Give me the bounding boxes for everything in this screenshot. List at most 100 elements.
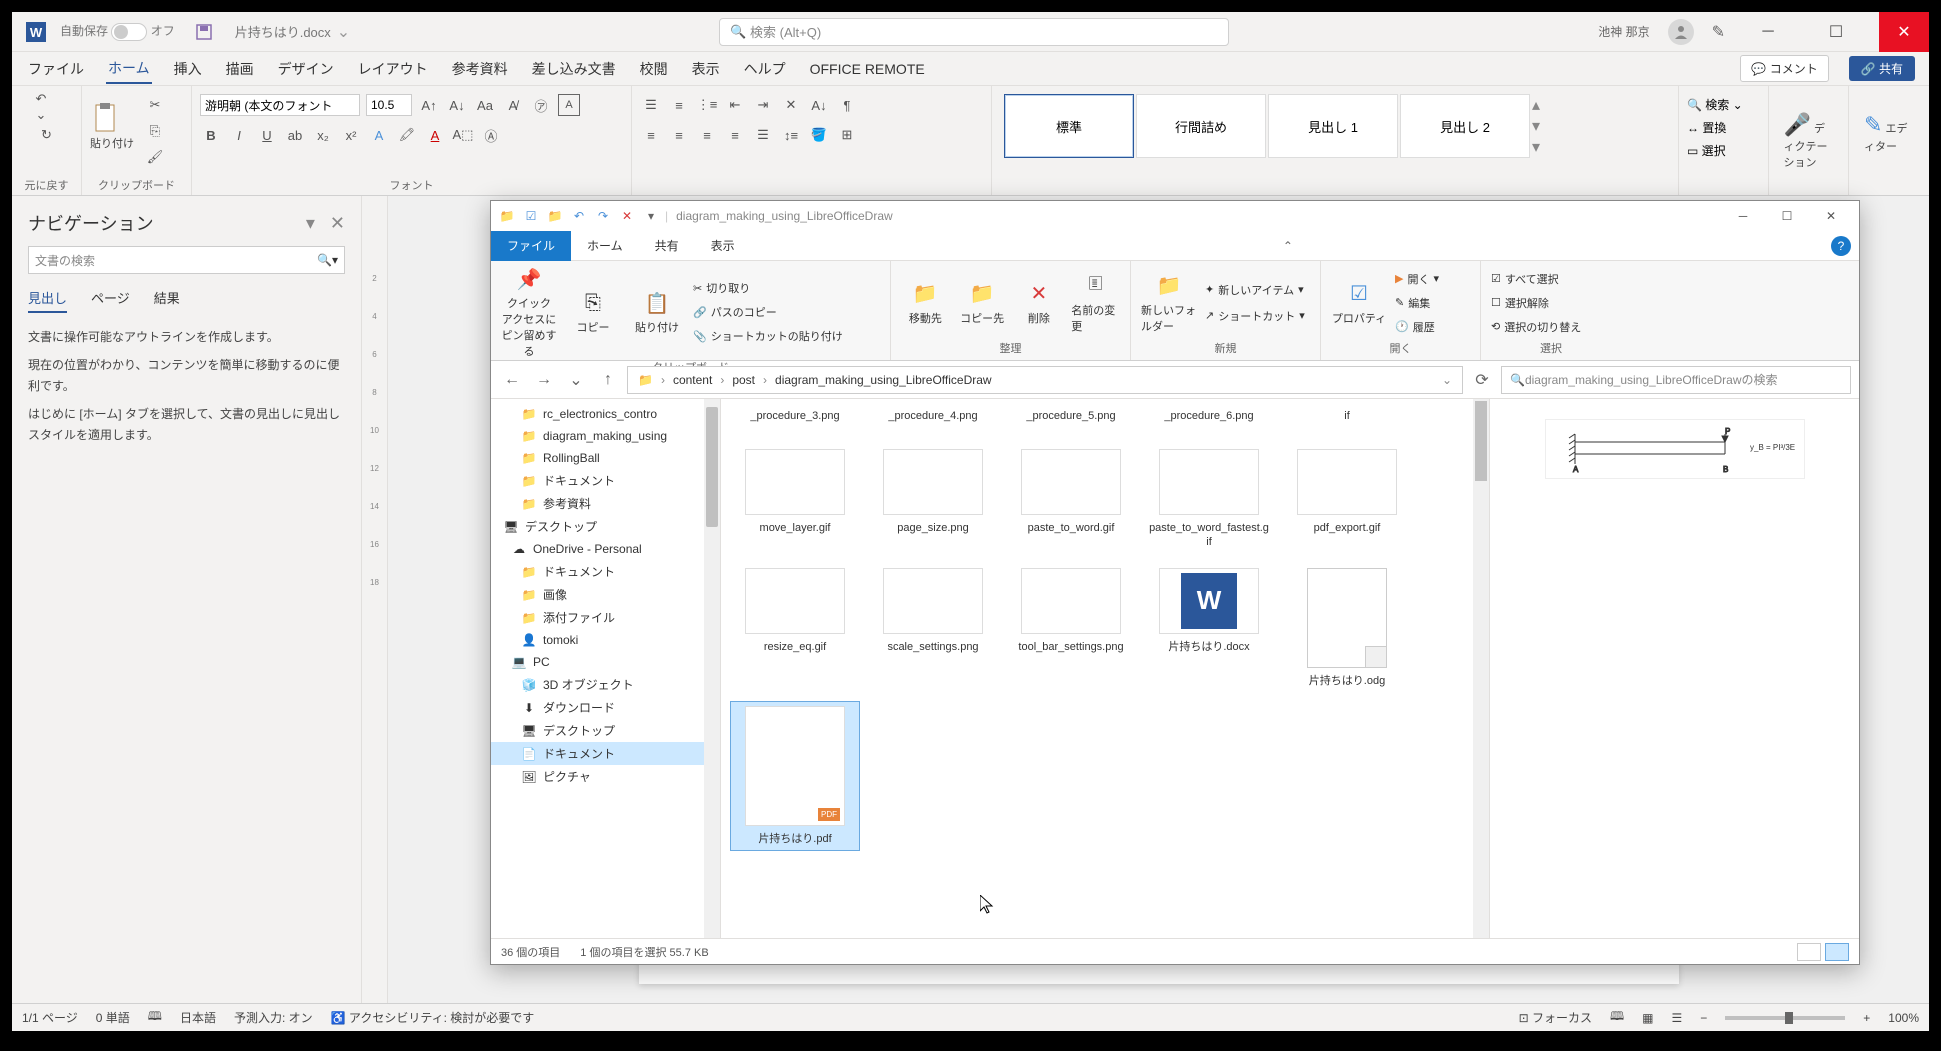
tab-design[interactable]: デザイン [276,55,336,83]
tab-view[interactable]: 表示 [690,55,722,83]
highlight-button[interactable]: 🖍 [396,124,418,146]
explorer-tab-view[interactable]: 表示 [695,231,751,260]
nav-tab-headings[interactable]: 見出し [28,288,67,313]
style-normal[interactable]: 標準 [1004,94,1134,158]
justify-button[interactable]: ≡ [724,124,746,146]
format-painter-button[interactable]: 🖌 [144,146,166,168]
superscript-button[interactable]: x² [340,124,362,146]
view-details-button[interactable] [1797,943,1821,961]
font-size-select[interactable] [366,94,412,116]
char-border-button[interactable]: Ⓐ [480,124,502,146]
align-left-button[interactable]: ≡ [640,124,662,146]
line-spacing-button[interactable]: ↕≡ [780,124,802,146]
copy-to-button[interactable]: 📁コピー先 [958,280,1007,326]
forward-button[interactable]: → [531,367,557,393]
file-item[interactable]: page_size.png [869,445,997,554]
undo-button[interactable]: ↶ ⌄ [36,96,58,118]
explorer-tab-home[interactable]: ホーム [571,231,639,260]
doc-dropdown[interactable]: ⌄ [337,22,350,42]
new-folder-button[interactable]: 📁新しいフォルダー [1141,272,1197,334]
increase-indent-button[interactable]: ⇥ [752,94,774,116]
minimize-button[interactable]: ─ [1743,12,1793,52]
nav-tab-pages[interactable]: ページ [91,288,130,313]
cut-button[interactable]: ✂ [144,94,166,116]
italic-button[interactable]: I [228,124,250,146]
dictation-button[interactable]: 🎤 ディクテーション [1784,112,1834,172]
tab-mailings[interactable]: 差し込み文書 [530,55,618,83]
status-lang[interactable]: 日本語 [180,1009,216,1026]
status-proof-icon[interactable]: 🕮 [148,1007,162,1028]
tree-item[interactable]: 📁ドキュメント [491,469,720,492]
file-item[interactable]: move_layer.gif [731,445,859,554]
view-read-button[interactable]: 🕮 [1610,1007,1624,1028]
status-page[interactable]: 1/1 ページ [22,1009,78,1026]
qat-undo[interactable]: ↶ [569,206,589,226]
shrink-font-button[interactable]: A↓ [446,94,468,116]
maximize-button[interactable]: ☐ [1811,12,1861,52]
show-marks-button[interactable]: ¶ [836,94,858,116]
properties-button[interactable]: ☑プロパティ [1331,280,1387,326]
tree-item[interactable]: 📁RollingBall [491,447,720,469]
asian-layout-button[interactable]: ✕ [780,94,802,116]
explorer-help[interactable]: ? [1831,236,1851,256]
refresh-button[interactable]: ⟳ [1469,367,1495,393]
borders-button[interactable]: ⊞ [836,124,858,146]
up-button[interactable]: ↑ [595,367,621,393]
tree-item[interactable]: 📁ドキュメント [491,560,720,583]
tree-item[interactable]: 📁参考資料 [491,492,720,515]
tab-help[interactable]: ヘルプ [742,55,788,83]
crumb-1[interactable]: post [732,373,755,387]
qat-redo[interactable]: ↷ [593,206,613,226]
recent-button[interactable]: ⌄ [563,367,589,393]
open-button[interactable]: ▶ 開く ▾ [1395,268,1439,290]
new-item-button[interactable]: ✦ 新しいアイテム ▾ [1205,279,1305,301]
multilevel-button[interactable]: ⋮≡ [696,94,718,116]
bullets-button[interactable]: ☰ [640,94,662,116]
status-words[interactable]: 0 単語 [96,1009,130,1026]
tree-item[interactable]: 💻PC [491,651,720,673]
view-thumbnails-button[interactable] [1825,943,1849,961]
explorer-tab-file[interactable]: ファイル [491,231,571,261]
styles-down[interactable]: ▾ [1532,116,1550,136]
tab-review[interactable]: 校閲 [638,55,670,83]
crumb-2[interactable]: diagram_making_using_LibreOfficeDraw [775,373,992,387]
pen-icon[interactable]: ✎ [1712,22,1725,42]
style-no-spacing[interactable]: 行間詰め [1136,94,1266,158]
nav-search[interactable]: 文書の検索 🔍▾ [28,246,345,274]
tab-office-remote[interactable]: OFFICE REMOTE [808,57,927,81]
tree-scrollbar[interactable] [704,399,720,938]
status-a11y[interactable]: ♿ アクセシビリティ: 検討が必要です [331,1009,535,1026]
underline-button[interactable]: U [256,124,278,146]
paste-button[interactable]: 📋貼り付け [629,289,685,335]
tree-item[interactable]: 👤tomoki [491,629,720,651]
tree-item[interactable]: 🧊3D オブジェクト [491,673,720,696]
save-button[interactable] [195,23,213,41]
tab-layout[interactable]: レイアウト [356,55,430,83]
sort-button[interactable]: A↓ [808,94,830,116]
file-item[interactable]: 片持ちはり.odg [1283,564,1411,692]
numbering-button[interactable]: ≡ [668,94,690,116]
file-item[interactable]: scale_settings.png [869,564,997,692]
style-heading1[interactable]: 見出し 1 [1268,94,1398,158]
user-avatar[interactable] [1668,19,1694,45]
strike-button[interactable]: ab [284,124,306,146]
tree-item[interactable]: 📁diagram_making_using [491,425,720,447]
file-list[interactable]: _procedure_3.png_procedure_4.png_procedu… [721,399,1473,938]
editor-button[interactable]: ✎ エディター [1864,112,1914,172]
qat-new-folder[interactable]: 📁 [545,206,565,226]
back-button[interactable]: ← [499,367,525,393]
autosave-toggle[interactable] [111,23,147,41]
file-item[interactable]: 片持ちはり.docx [1145,564,1273,692]
tree-item[interactable]: 📁画像 [491,583,720,606]
nav-pane-dropdown[interactable]: ▾ [306,213,315,233]
align-center-button[interactable]: ≡ [668,124,690,146]
tree-item[interactable]: 🖥デスクトップ [491,719,720,742]
tree-item[interactable]: ⬇ダウンロード [491,696,720,719]
view-web-button[interactable]: ☰ [1672,1011,1683,1025]
distribute-button[interactable]: ☰ [752,124,774,146]
file-item[interactable]: 片持ちはり.pdf [731,702,859,850]
file-item[interactable]: paste_to_word.gif [1007,445,1135,554]
file-item[interactable]: if [1283,405,1411,435]
style-heading2[interactable]: 見出し 2 [1400,94,1530,158]
tree-item[interactable]: 📁添付ファイル [491,606,720,629]
